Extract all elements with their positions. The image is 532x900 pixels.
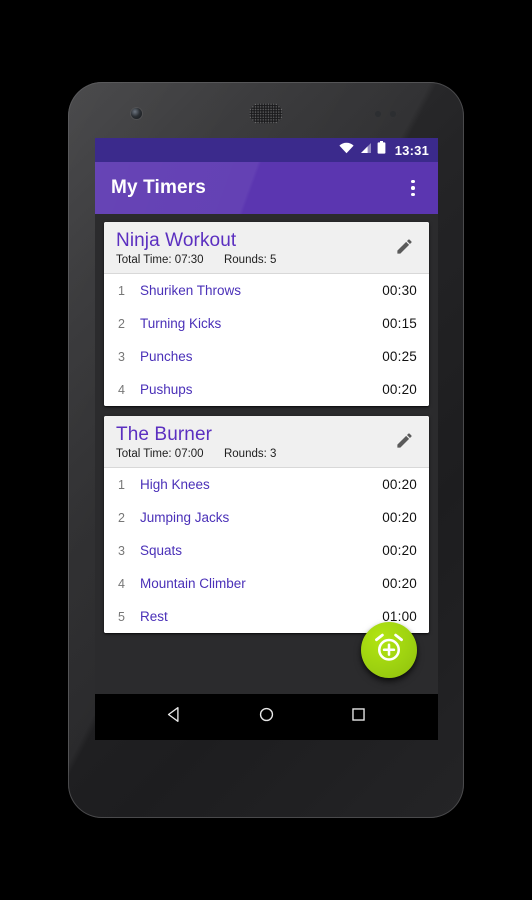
exercise-duration: 00:25 xyxy=(382,349,417,364)
exercise-index: 2 xyxy=(118,316,125,331)
overflow-dot xyxy=(411,192,415,197)
exercise-duration: 00:20 xyxy=(382,543,417,558)
timer-card-header-text: The Burner Total Time: 07:00 Rounds: 3 xyxy=(116,424,389,460)
exercise-row[interactable]: 2 Jumping Jacks 00:20 xyxy=(104,501,429,534)
exercise-name: Pushups xyxy=(140,382,193,397)
nav-recents-button[interactable] xyxy=(336,695,380,739)
timer-total-time: Total Time: 07:30 xyxy=(116,254,204,266)
exercise-name: Rest xyxy=(140,609,168,624)
timer-rounds: Rounds: 5 xyxy=(223,254,277,266)
exercise-duration: 00:30 xyxy=(382,283,417,298)
timer-card-header: Ninja Workout Total Time: 07:30 Rounds: … xyxy=(104,222,429,274)
edit-timer-button[interactable] xyxy=(389,428,419,458)
cellular-signal-icon xyxy=(359,141,372,159)
exercise-index: 4 xyxy=(118,382,125,397)
android-navigation-bar xyxy=(95,694,438,740)
exercise-duration: 00:20 xyxy=(382,382,417,397)
timer-title: Ninja Workout xyxy=(116,230,237,251)
phone-device-frame: 13:31 My Timers Ninja Workout Total Time… xyxy=(68,82,464,818)
pencil-icon xyxy=(395,237,414,261)
timer-meta: Total Time: 07:00 Rounds: 3 xyxy=(116,448,389,460)
exercise-index: 4 xyxy=(118,576,125,591)
pencil-icon xyxy=(395,431,414,455)
exercise-row[interactable]: 1 Shuriken Throws 00:30 xyxy=(104,274,429,307)
exercise-index: 3 xyxy=(118,543,125,558)
exercise-row[interactable]: 2 Turning Kicks 00:15 xyxy=(104,307,429,340)
back-icon xyxy=(166,706,183,728)
exercise-row[interactable]: 1 High Knees 00:20 xyxy=(104,468,429,501)
exercise-name: Squats xyxy=(140,543,183,558)
timer-card-header-text: Ninja Workout Total Time: 07:30 Rounds: … xyxy=(116,230,389,266)
exercise-duration: 00:20 xyxy=(382,576,417,591)
front-camera xyxy=(131,108,142,119)
exercise-index: 5 xyxy=(118,609,125,624)
exercise-duration: 00:20 xyxy=(382,510,417,525)
overflow-menu-icon[interactable] xyxy=(400,171,426,205)
exercise-list: 1 Shuriken Throws 00:30 2 Turning Kicks … xyxy=(104,274,429,406)
page-title: My Timers xyxy=(111,177,206,198)
exercise-duration: 00:20 xyxy=(382,477,417,492)
exercise-duration: 00:15 xyxy=(382,316,417,331)
app-bar: My Timers xyxy=(95,162,438,214)
overflow-dot xyxy=(411,179,415,184)
nav-back-button[interactable] xyxy=(153,695,197,739)
nav-home-button[interactable] xyxy=(244,695,288,739)
exercise-name: High Knees xyxy=(140,477,210,492)
add-timer-fab[interactable] xyxy=(361,622,417,678)
exercise-index: 2 xyxy=(118,510,125,525)
exercise-name: Jumping Jacks xyxy=(140,510,230,525)
status-bar-icons: 13:31 xyxy=(339,141,429,159)
timer-total-time: Total Time: 07:00 xyxy=(116,448,204,460)
wifi-icon xyxy=(339,141,354,159)
exercise-row[interactable]: 3 Punches 00:25 xyxy=(104,340,429,373)
add-alarm-icon xyxy=(373,632,405,669)
exercise-name: Mountain Climber xyxy=(140,576,246,591)
earpiece-speaker xyxy=(249,103,283,124)
timer-meta: Total Time: 07:30 Rounds: 5 xyxy=(116,254,389,266)
timer-card-header: The Burner Total Time: 07:00 Rounds: 3 xyxy=(104,416,429,468)
proximity-sensor xyxy=(375,111,381,117)
exercise-list: 1 High Knees 00:20 2 Jumping Jacks 00:20… xyxy=(104,468,429,633)
exercise-index: 1 xyxy=(118,283,125,298)
exercise-row[interactable]: 3 Squats 00:20 xyxy=(104,534,429,567)
overflow-dot xyxy=(411,186,415,190)
recents-icon xyxy=(350,706,367,728)
timer-rounds: Rounds: 3 xyxy=(223,448,277,460)
exercise-name: Turning Kicks xyxy=(140,316,222,331)
earpiece-grille xyxy=(249,103,283,124)
status-bar-clock: 13:31 xyxy=(394,142,429,158)
exercise-name: Punches xyxy=(140,349,193,364)
ambient-light-sensor xyxy=(390,111,396,117)
battery-icon xyxy=(377,141,386,159)
home-icon xyxy=(258,706,275,728)
timer-card[interactable]: The Burner Total Time: 07:00 Rounds: 3 1… xyxy=(104,416,429,633)
exercise-row[interactable]: 4 Pushups 00:20 xyxy=(104,373,429,406)
exercise-index: 1 xyxy=(118,477,125,492)
timer-title: The Burner xyxy=(116,424,213,445)
exercise-index: 3 xyxy=(118,349,125,364)
status-bar: 13:31 xyxy=(95,138,438,162)
edit-timer-button[interactable] xyxy=(389,234,419,264)
exercise-row[interactable]: 4 Mountain Climber 00:20 xyxy=(104,567,429,600)
phone-screen: 13:31 My Timers Ninja Workout Total Time… xyxy=(95,138,438,740)
exercise-name: Shuriken Throws xyxy=(140,283,242,298)
timer-card[interactable]: Ninja Workout Total Time: 07:30 Rounds: … xyxy=(104,222,429,406)
